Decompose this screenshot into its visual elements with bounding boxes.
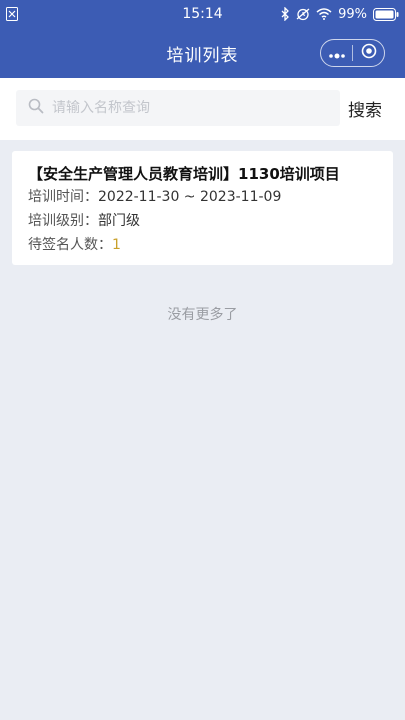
more-dots-icon — [328, 44, 346, 63]
search-bar: 搜索 — [0, 78, 405, 140]
battery-icon — [373, 7, 399, 21]
training-level-value: 部门级 — [98, 213, 140, 229]
training-time-value: 2022-11-30 ~ 2023-11-09 — [98, 189, 282, 205]
battery-percent: 99% — [338, 6, 367, 22]
training-title: 【安全生产管理人员教育培训】1130培训项目 — [28, 165, 340, 183]
page-title: 培训列表 — [166, 45, 239, 66]
wifi-icon — [316, 8, 332, 20]
search-input[interactable] — [52, 100, 312, 116]
search-box[interactable] — [16, 90, 340, 126]
training-time-row: 培训时间：2022-11-30 ~ 2023-11-09 — [28, 185, 377, 209]
training-time-label: 培训时间： — [28, 189, 98, 205]
bluetooth-icon — [281, 7, 290, 21]
nav-bar: 培训列表 — [0, 28, 405, 78]
search-button[interactable]: 搜索 — [348, 94, 382, 122]
search-icon — [28, 98, 44, 118]
training-level-row: 培训级别：部门级 — [28, 209, 377, 233]
status-bar: 15:14 99% — [0, 0, 405, 28]
alarm-icon — [296, 7, 310, 21]
pending-signature-count: 1 — [112, 237, 121, 253]
pending-signature-label: 待签名人数： — [28, 237, 112, 253]
status-icons: 99% — [281, 0, 399, 28]
mini-program-capsule — [320, 39, 385, 67]
training-card[interactable]: 【安全生产管理人员教育培训】1130培训项目 培训时间：2022-11-30 ~… — [12, 151, 393, 265]
list-end-text: 没有更多了 — [167, 307, 238, 323]
sim-icon — [6, 6, 18, 21]
status-time: 15:14 — [182, 6, 223, 22]
training-pending-row: 待签名人数：1 — [28, 233, 377, 257]
more-button[interactable] — [321, 40, 352, 66]
close-button[interactable] — [353, 40, 384, 66]
training-level-label: 培训级别： — [28, 213, 98, 229]
target-close-icon — [361, 43, 377, 63]
